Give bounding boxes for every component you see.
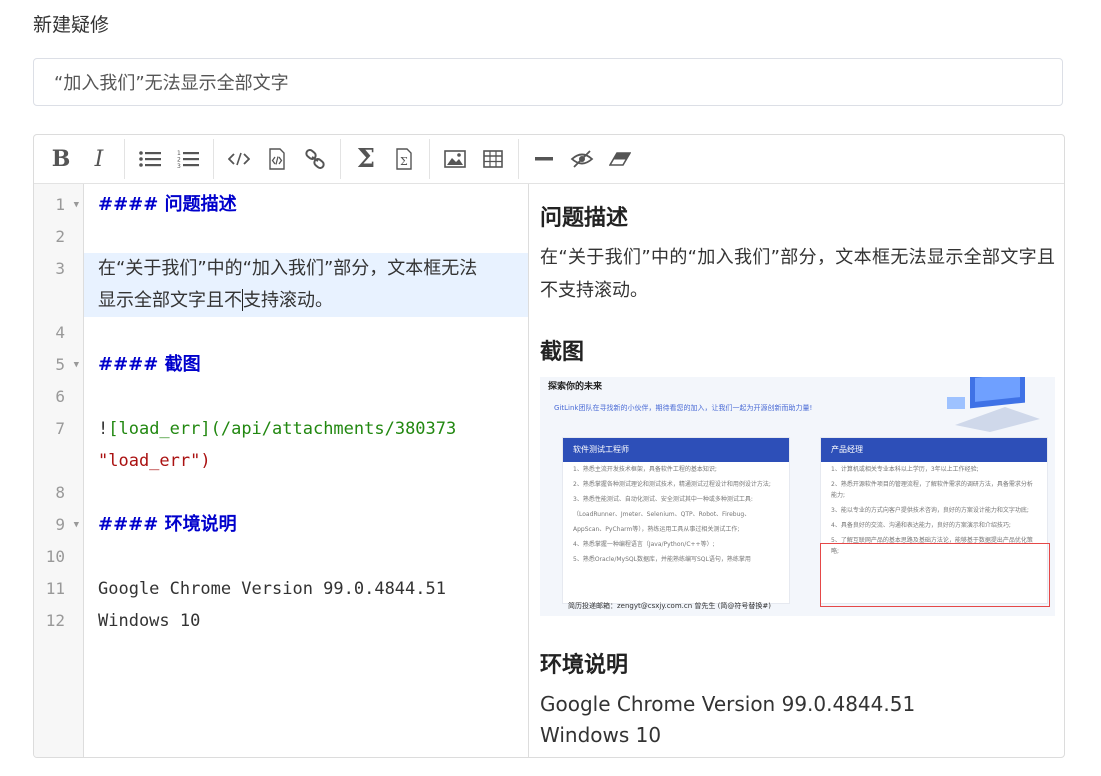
link-icon	[305, 149, 325, 169]
toolbar-divider	[213, 139, 214, 179]
issue-title-input[interactable]	[33, 58, 1063, 106]
markdown-source-pane[interactable]: #### 问题描述 在“关于我们”中的“加入我们”部分，文本框无法 显示全部文字…	[84, 184, 529, 757]
markdown-editor: B I 123 Σ Σ 1 ▼ 2 3 4 5 ▼ 6 7 8 9 ▼ 10 1…	[33, 134, 1065, 758]
job-card-line: 3、熟悉性能测试、自动化测试、安全测试其中一种或多种测试工具:	[573, 496, 753, 503]
code-block-button[interactable]	[262, 144, 292, 174]
line-number: 9 ▼	[34, 509, 83, 541]
line-number: 5 ▼	[34, 349, 83, 381]
svg-text:Σ: Σ	[400, 155, 408, 168]
highlight-box	[820, 543, 1050, 607]
line-number: 7	[55, 419, 65, 438]
line-number: 11	[45, 579, 65, 598]
fold-arrow-icon[interactable]: ▼	[74, 349, 79, 381]
toolbar-divider	[124, 139, 125, 179]
bold-button[interactable]: B	[46, 144, 76, 174]
link-button[interactable]	[300, 144, 330, 174]
formula-button[interactable]: Σ	[351, 144, 381, 174]
svg-text:3: 3	[177, 163, 181, 169]
editor-toolbar: B I 123 Σ Σ	[34, 135, 1064, 184]
source-line: Windows 10	[98, 611, 201, 631]
italic-icon: I	[94, 146, 104, 172]
job-card-title: 产品经理	[821, 438, 1047, 462]
screenshot-subtitle: GitLink团队在寻找新的小伙伴，期待看您的加入，让我们一起为开源创新而助力量…	[554, 404, 813, 412]
image-icon	[444, 150, 466, 168]
job-card-line: 2、熟悉掌握各种测试理论和测试技术，精通测试过程设计和用例设计方法;	[573, 481, 771, 488]
illustration-monitor-icon	[947, 377, 1040, 432]
eraser-icon	[609, 152, 631, 166]
inline-code-button[interactable]	[224, 144, 254, 174]
source-line: "load_err")	[98, 451, 211, 471]
pane-divider[interactable]	[528, 184, 529, 757]
toolbar-divider	[429, 139, 430, 179]
job-card: 软件测试工程师 1、熟悉主流开发技术框架，具备软件工程的基本知识; 2、熟悉掌握…	[562, 437, 790, 604]
line-number: 1 ▼	[34, 189, 83, 221]
line-number: 6	[55, 387, 65, 406]
screenshot-title: 探索你的未来	[548, 382, 603, 392]
horizontal-rule-button[interactable]	[529, 144, 559, 174]
job-card-line: 5、熟悉Oracle/MySQL数据库，并能熟练编写SQL语句，熟练掌用	[573, 556, 751, 563]
source-line: 显示全部文字且不支持滚动。	[98, 289, 333, 311]
preview-env-line: Google Chrome Version 99.0.4844.51	[540, 692, 916, 716]
preview-paragraph: 在“关于我们”中的“加入我们”部分，文本框无法显示全部文字且不支持滚动。	[540, 247, 1055, 301]
job-card-line: AppScan、PyCharm等），熟练运用工具从事过相关测试工作;	[573, 526, 740, 533]
code-icon	[228, 152, 250, 166]
screenshot-image: 探索你的未来 GitLink团队在寻找新的小伙伴，期待看您的加入，让我们一起为开…	[540, 377, 1055, 616]
clear-format-button[interactable]	[605, 144, 635, 174]
source-line: #### 环境说明	[98, 514, 237, 535]
preview-toggle-button[interactable]	[567, 144, 597, 174]
job-card-line: 3、能以专业的方式向客户提供技术咨询，良好的方案设计能力和文字功底;	[831, 507, 1029, 514]
table-icon	[483, 150, 503, 168]
line-number: 2	[55, 227, 65, 246]
job-card-line: 4、具备良好的交流、沟通和表达能力，良好的方案演示和介绍技巧;	[831, 522, 1011, 529]
source-line: Google Chrome Version 99.0.4844.51	[98, 579, 446, 599]
ordered-list-button[interactable]: 123	[173, 144, 203, 174]
preview-heading: 问题描述	[540, 206, 629, 231]
preview-toggle-icon	[570, 150, 594, 168]
source-line: #### 截图	[98, 354, 201, 375]
line-number: 4	[55, 323, 65, 342]
sigma-icon: Σ	[356, 144, 376, 174]
line-number: 8	[55, 483, 65, 502]
horizontal-rule-icon	[535, 157, 553, 161]
fold-arrow-icon[interactable]: ▼	[74, 509, 79, 541]
job-card-line: （LoadRunner、Jmeter、Selenium、QTP、Robot、Fi…	[573, 511, 751, 518]
source-line: 在“关于我们”中的“加入我们”部分，文本框无法	[98, 258, 478, 279]
screenshot-footer: 简历投递邮箱：zengyt@csxjy.com.cn 曾先生 (简@符号替换#)	[568, 602, 771, 610]
table-button[interactable]	[478, 144, 508, 174]
preview-env-line: Windows 10	[540, 723, 662, 747]
toolbar-divider	[340, 139, 341, 179]
fold-arrow-icon[interactable]: ▼	[74, 189, 79, 221]
line-number: 10	[45, 547, 65, 566]
job-card-line: 4、熟悉掌握一种编程语言（Java/Python/C++等）;	[573, 541, 715, 548]
job-card-line: 1、熟悉主流开发技术框架，具备软件工程的基本知识;	[573, 466, 717, 473]
markdown-preview-pane: 问题描述 在“关于我们”中的“加入我们”部分，文本框无法显示全部文字且不支持滚动…	[540, 184, 1055, 757]
formula-block-button[interactable]: Σ	[389, 144, 419, 174]
source-line: #### 问题描述	[98, 194, 237, 215]
job-card-title: 软件测试工程师	[563, 438, 789, 462]
preview-heading: 截图	[540, 340, 585, 365]
line-number: 12	[45, 611, 65, 630]
ordered-list-icon: 123	[177, 150, 199, 169]
page-title: 新建疑修	[33, 14, 110, 36]
preview-heading: 环境说明	[540, 653, 629, 678]
italic-button[interactable]: I	[84, 144, 114, 174]
formula-block-icon: Σ	[396, 148, 412, 170]
line-number: 3	[55, 259, 65, 278]
source-line: ![load_err](/api/attachments/380373	[98, 419, 457, 439]
bold-icon: B	[51, 146, 71, 172]
code-block-icon	[269, 148, 285, 170]
job-card-line: 2、熟悉开源软件项目的管理流程，了解软件需求的调研方法，具备需求分析能力;	[831, 481, 1033, 499]
unordered-list-icon	[139, 151, 161, 167]
line-number-gutter: 1 ▼ 2 3 4 5 ▼ 6 7 8 9 ▼ 10 11 12	[34, 184, 84, 757]
job-card-line: 1、计算机或相关专业本科以上学历，3年以上工作经验;	[831, 466, 979, 473]
toolbar-divider	[518, 139, 519, 179]
unordered-list-button[interactable]	[135, 144, 165, 174]
image-button[interactable]	[440, 144, 470, 174]
